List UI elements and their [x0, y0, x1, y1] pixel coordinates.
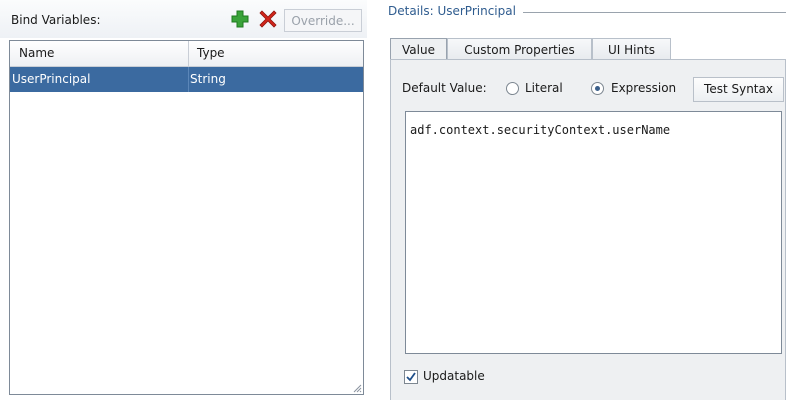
expression-textarea[interactable]: adf.context.securityContext.userName — [405, 111, 782, 354]
details-title: Details: UserPrincipal — [388, 4, 522, 18]
plus-icon — [231, 10, 249, 28]
resize-grip-icon[interactable] — [352, 383, 362, 393]
tab-custom-properties[interactable]: Custom Properties — [447, 38, 592, 60]
table-row[interactable]: UserPrincipal String — [10, 67, 363, 92]
column-header-type[interactable]: Type — [189, 41, 363, 66]
override-button[interactable]: Override... — [284, 9, 362, 32]
details-divider — [523, 12, 786, 13]
check-icon — [406, 372, 416, 382]
bind-variables-table: Name Type UserPrincipal String — [9, 40, 364, 395]
radio-literal[interactable] — [506, 82, 519, 95]
radio-expression[interactable] — [591, 82, 604, 95]
radio-literal-label[interactable]: Literal — [525, 81, 563, 95]
cell-type[interactable]: String — [189, 67, 363, 92]
bind-variables-header: Bind Variables: Override... — [0, 0, 367, 38]
updatable-label[interactable]: Updatable — [423, 369, 485, 383]
cell-name[interactable]: UserPrincipal — [10, 67, 189, 92]
column-header-name[interactable]: Name — [10, 41, 189, 66]
add-variable-button[interactable] — [231, 10, 249, 28]
updatable-checkbox[interactable] — [404, 370, 418, 384]
test-syntax-button[interactable]: Test Syntax — [693, 77, 784, 102]
default-value-label: Default Value: — [402, 81, 487, 95]
bind-variables-title: Bind Variables: — [11, 13, 101, 27]
radio-expression-label[interactable]: Expression — [611, 81, 676, 95]
tab-ui-hints[interactable]: UI Hints — [592, 38, 671, 60]
delete-variable-button[interactable] — [259, 10, 277, 28]
x-icon — [259, 10, 277, 28]
tab-value[interactable]: Value — [390, 38, 447, 60]
table-header: Name Type — [10, 41, 363, 67]
